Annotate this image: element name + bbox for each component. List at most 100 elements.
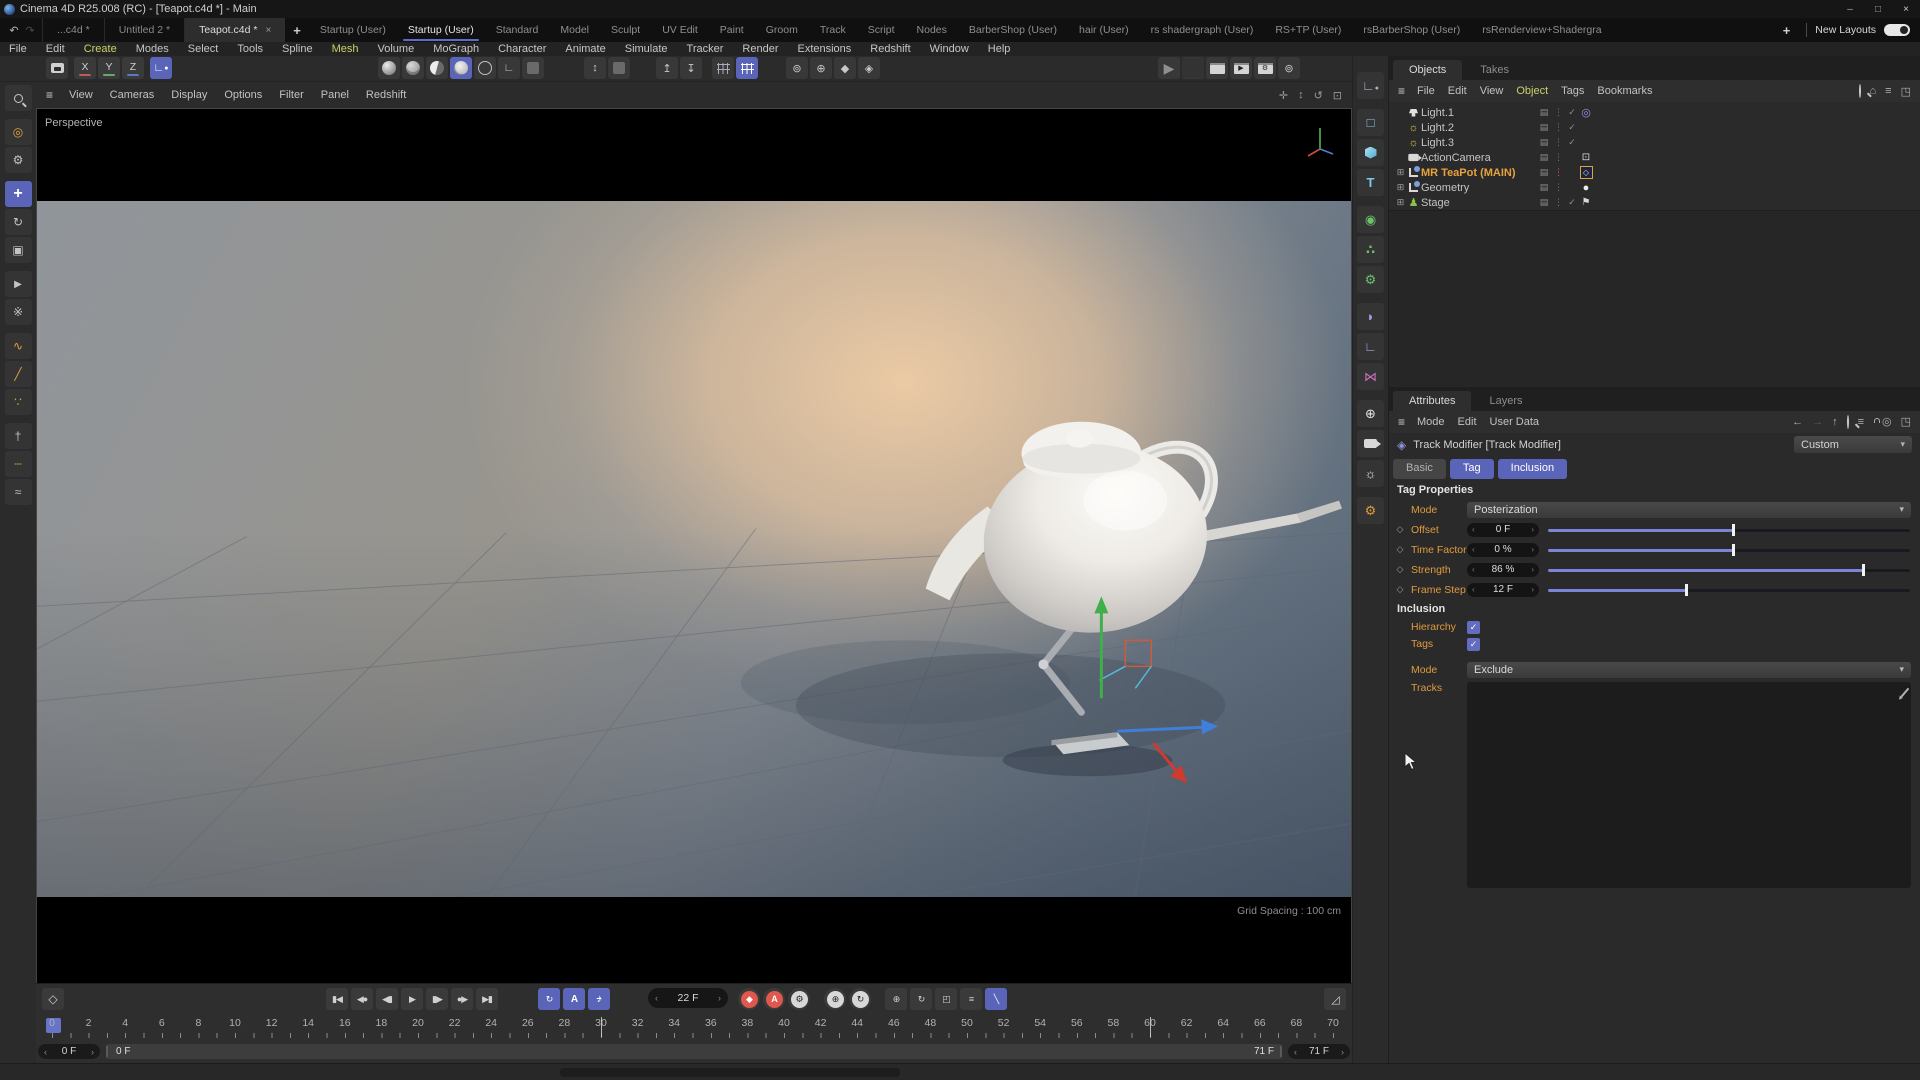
value-dec-icon[interactable]: ‹ [1472,525,1475,534]
redo-icon[interactable]: ↷ [22,24,38,37]
layers-icon[interactable]: ▤ [1537,122,1551,133]
visibility-dots-icon[interactable]: ⋮ [1551,152,1565,163]
render-settings-icon[interactable]: ⚙ [1254,57,1276,79]
bottom-scrollbar[interactable] [560,1068,900,1077]
slider-handle[interactable] [1862,564,1865,576]
param-slider[interactable] [1548,523,1910,537]
keyframe-selection-button[interactable]: ⚙ [788,988,810,1010]
object-row[interactable]: ⊞MR TeaPot (MAIN)▤⋮◇ [1389,165,1920,180]
param-value-field[interactable]: ‹0 %› [1467,543,1539,557]
scale-tool[interactable]: ▣ [5,237,32,263]
visibility-dots-icon[interactable]: ⋮ [1551,137,1565,148]
value-inc-icon[interactable]: › [1531,565,1534,574]
viewport-menu-options[interactable]: Options [224,89,262,101]
slider-handle[interactable] [1732,544,1735,556]
spline-arc-tool[interactable]: ∿ [5,333,32,359]
subdivision-surface-object-button[interactable]: ◉ [1357,206,1384,233]
object-row[interactable]: ⊞♟Stage▤⋮✓⚑ [1389,195,1920,210]
point-paint-tool[interactable]: ∵ [5,389,32,415]
tag-target-icon[interactable]: ◎ [1579,106,1593,119]
menu-item-tools[interactable]: Tools [237,43,263,55]
value-dec-icon[interactable]: ‹ [1472,565,1475,574]
menu-item-create[interactable]: Create [84,43,117,55]
section-tab-inclusion[interactable]: Inclusion [1498,459,1567,479]
light-object-button[interactable]: ☼ [1357,460,1384,487]
layers-icon[interactable]: ▤ [1537,152,1551,163]
value-dec-icon[interactable]: ‹ [1472,585,1475,594]
value-dec-icon[interactable]: ‹ [1472,545,1475,554]
tag-focus-icon[interactable]: ⊡ [1579,152,1593,163]
keyframe-diamond-icon[interactable]: ◇ [1389,584,1411,595]
layout-tab[interactable]: rsRenderview+Shadergra [1471,18,1612,42]
animate-rotation-button[interactable]: ↻ [910,988,932,1010]
timeline-ruler[interactable]: 0246810121416182022242628303234363840424… [36,1015,1352,1041]
layers-icon[interactable]: ▤ [1537,137,1551,148]
modeling-cube-icon[interactable]: ◆ [834,57,856,79]
show-keys-button[interactable]: A [563,988,585,1010]
ribbon-object-button[interactable]: ⋈ [1357,363,1384,390]
layout-tab[interactable]: Track [809,18,857,42]
layout-tab[interactable]: Startup (User) [309,18,397,42]
raise-workplane-icon[interactable]: ↥ [656,57,678,79]
enabled-check-icon[interactable]: ✓ [1565,197,1579,208]
mode-dropdown[interactable]: Posterization ▾ [1467,502,1911,518]
menu-item-help[interactable]: Help [988,43,1011,55]
layers-icon[interactable]: ▤ [1537,167,1551,178]
keyframe-diamond-icon[interactable]: ◇ [1389,564,1411,575]
expand-icon[interactable]: ◳ [1901,85,1911,98]
edit-pencil-icon[interactable] [1901,687,1910,697]
enabled-check-icon[interactable]: ✓ [1565,137,1579,148]
expand-icon[interactable]: ⊞ [1395,167,1406,178]
range-start-dec-icon[interactable]: ‹ [44,1047,47,1057]
menu-item-window[interactable]: Window [930,43,969,55]
add-layout-button[interactable]: + [1775,23,1799,38]
param-value-field[interactable]: ‹12 F› [1467,583,1539,597]
param-slider[interactable] [1548,563,1910,577]
snap-grid-icon[interactable] [736,57,758,79]
value-inc-icon[interactable]: › [1531,585,1534,594]
new-layouts-toggle[interactable] [1884,24,1910,36]
snap-enable-icon[interactable]: ⊚ [786,57,808,79]
menu-item-select[interactable]: Select [188,43,219,55]
inclusion-mode-dropdown[interactable]: Exclude ▾ [1467,662,1911,678]
layout-tab[interactable]: hair (User) [1068,18,1140,42]
section-tab-basic[interactable]: Basic [1393,459,1446,479]
next-frame-button[interactable]: ▮▶ [426,988,448,1010]
shading-sphere-hidden-line-icon[interactable] [450,57,472,79]
axis-locator-object-button[interactable]: ∟● [1357,72,1384,99]
set-keyframe-button[interactable]: ◇ [42,988,64,1010]
layout-tab[interactable]: Sculpt [600,18,651,42]
field-axis-object-button[interactable]: ∟ [1357,333,1384,360]
doc-tab[interactable]: Untitled 2 * [104,18,184,42]
axis-lock-z-button[interactable]: Z [122,57,144,79]
move-tool[interactable]: + [5,181,32,207]
range-end-dec-icon[interactable]: ‹ [1294,1047,1297,1057]
tag-flag-icon[interactable]: ⚑ [1579,197,1593,208]
layout-tab[interactable]: Nodes [906,18,958,42]
close-tab-icon[interactable]: × [265,25,271,36]
layout-tab[interactable]: rs shadergraph (User) [1140,18,1265,42]
tab-attributes[interactable]: Attributes [1393,391,1471,411]
array-generator-object-button[interactable]: ∴ [1357,236,1384,263]
field-object-button[interactable]: ◗ [1357,303,1384,330]
tab-objects[interactable]: Objects [1393,60,1462,80]
pin-tool[interactable]: † [5,423,32,449]
deformer-object-button[interactable]: ⚙ [1357,266,1384,293]
layout-tab[interactable]: UV Edit [651,18,709,42]
expand-icon[interactable]: ◳ [1901,415,1911,428]
previous-key-button[interactable]: ◀● [351,988,373,1010]
filter-icon[interactable]: ≡ [1885,85,1891,97]
play-forward-button[interactable]: ▶ [401,988,423,1010]
cube-primitive-object-button[interactable] [1357,139,1384,166]
add-document-tab-button[interactable]: + [285,23,309,38]
search-icon[interactable] [1847,416,1849,428]
workplane-swatch-icon[interactable] [608,57,630,79]
live-selection-tool[interactable]: ◎ [5,119,32,145]
object-row[interactable]: ☼Light.2▤⋮✓ [1389,120,1920,135]
menu-item-mesh[interactable]: Mesh [332,43,359,55]
param-slider[interactable] [1548,543,1910,557]
layout-tab[interactable]: Script [857,18,906,42]
enabled-check-icon[interactable]: ✓ [1565,122,1579,133]
attributes-menu-edit[interactable]: Edit [1458,416,1477,428]
viewport-maximize-icon[interactable]: ⊡ [1333,89,1342,102]
